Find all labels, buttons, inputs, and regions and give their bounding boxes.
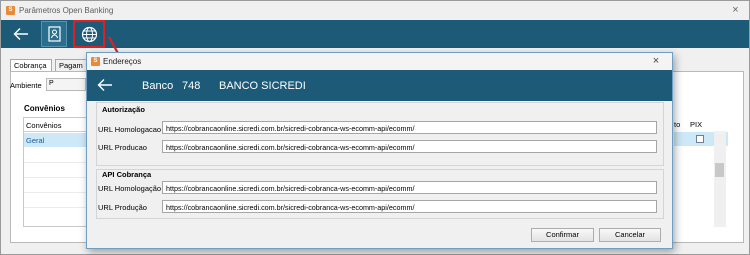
ambiente-label: Ambiente bbox=[10, 81, 42, 90]
autorizacao-group: Autorização bbox=[96, 102, 664, 166]
convenios-grid: Convênios Geral bbox=[23, 117, 87, 227]
pix-checkbox[interactable] bbox=[696, 135, 704, 143]
scrollbar-thumb[interactable] bbox=[715, 163, 724, 177]
globe-icon[interactable] bbox=[73, 20, 105, 48]
grid-divider bbox=[24, 177, 86, 178]
autorizacao-title: Autorização bbox=[102, 105, 145, 114]
app-logo-icon: S bbox=[91, 57, 100, 66]
grid-divider bbox=[24, 192, 86, 193]
dialog-title: Endereços bbox=[103, 57, 142, 66]
banco-name: BANCO SICREDI bbox=[219, 80, 306, 92]
banco-code: 748 bbox=[182, 80, 201, 92]
banco-label: Banco bbox=[142, 80, 174, 92]
back-arrow-icon[interactable] bbox=[7, 20, 35, 48]
table-row[interactable]: Geral bbox=[24, 133, 86, 147]
grid-divider bbox=[24, 162, 86, 163]
vertical-scrollbar[interactable] bbox=[714, 131, 726, 227]
dialog-header: Banco 748 BANCO SICREDI bbox=[87, 70, 672, 101]
confirm-button[interactable]: Confirmar bbox=[531, 228, 594, 242]
autorizacao-homologacao-label: URL Homologacao bbox=[98, 125, 162, 134]
app-logo-icon: S bbox=[6, 6, 15, 15]
autorizacao-homologacao-input[interactable]: https://cobrancaonline.sicredi.com.br/si… bbox=[162, 121, 657, 134]
parent-titlebar: S Parâmetros Open Banking × bbox=[1, 1, 749, 20]
convenios-heading: Convênios bbox=[24, 104, 65, 113]
column-header-to[interactable]: to bbox=[674, 120, 680, 129]
dialog-titlebar: S Endereços × bbox=[87, 53, 672, 70]
autorizacao-producao-input[interactable]: https://cobrancaonline.sicredi.com.br/si… bbox=[162, 140, 657, 153]
cancel-button[interactable]: Cancelar bbox=[599, 228, 661, 242]
api-cobranca-title: API Cobrança bbox=[102, 170, 152, 179]
parent-window-title: Parâmetros Open Banking bbox=[19, 6, 114, 15]
autorizacao-producao-label: URL Producao bbox=[98, 143, 147, 152]
column-header-pix[interactable]: PIX bbox=[690, 120, 702, 129]
api-producao-input[interactable]: https://cobrancaonline.sicredi.com.br/si… bbox=[162, 200, 657, 213]
document-person-icon[interactable] bbox=[41, 21, 67, 47]
convenios-column-header[interactable]: Convênios bbox=[24, 118, 86, 132]
ambiente-select[interactable]: P bbox=[46, 78, 86, 91]
enderecos-dialog: S Endereços × Banco 748 BANCO SICREDI Au… bbox=[86, 52, 673, 249]
grid-divider bbox=[24, 207, 86, 208]
back-arrow-icon[interactable] bbox=[93, 73, 117, 97]
parent-close-icon[interactable]: × bbox=[728, 4, 743, 17]
dialog-close-icon[interactable]: × bbox=[648, 55, 664, 68]
api-homologacao-label: URL Homologação bbox=[98, 184, 162, 193]
api-producao-label: URL Produção bbox=[98, 203, 147, 212]
tab-cobranca[interactable]: Cobrança bbox=[10, 59, 52, 71]
api-homologacao-input[interactable]: https://cobrancaonline.sicredi.com.br/si… bbox=[162, 181, 657, 194]
